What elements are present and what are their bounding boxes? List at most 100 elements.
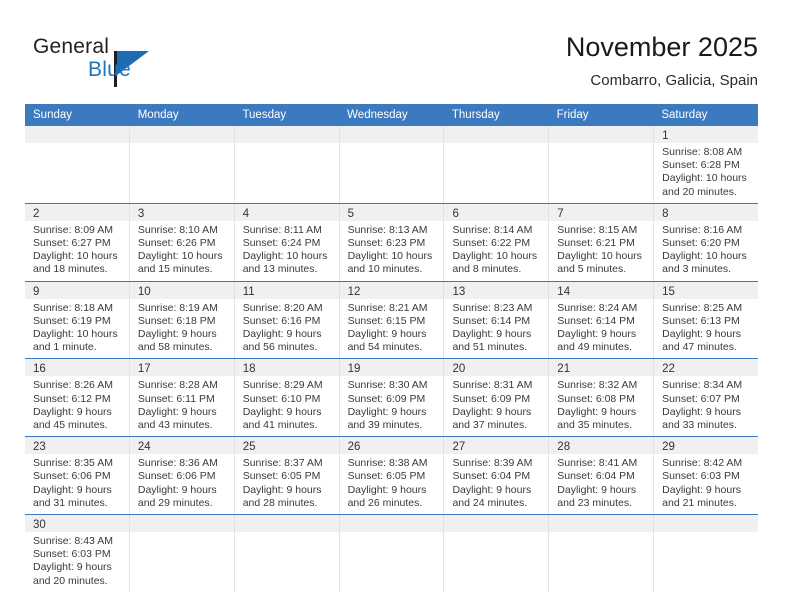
logo-text-general: General [33, 35, 110, 58]
calendar-day-cell[interactable]: 4 Sunrise: 8:11 AM Sunset: 6:24 PM Daylight… [233, 203, 339, 281]
day-number-band: 23 [25, 437, 129, 455]
daylight-text: Daylight: 9 hours and 23 minutes. [557, 483, 637, 509]
calendar-cell-empty [233, 126, 339, 203]
sun-info: Sunrise: 8:24 AM Sunset: 6:14 PM Daylight:… [549, 299, 653, 359]
day-number: 2 [33, 207, 40, 220]
sun-info: Sunrise: 8:39 AM Sunset: 6:04 PM Daylight:… [444, 454, 548, 514]
sun-info: Sunrise: 8:43 AM Sunset: 6:03 PM Daylight:… [25, 532, 129, 592]
sunrise-text: Sunrise: 8:31 AM [452, 379, 533, 392]
sunset-text: Sunset: 6:12 PM [33, 392, 111, 405]
calendar-cell-empty [443, 126, 549, 203]
sunset-text: Sunset: 6:13 PM [662, 314, 740, 327]
calendar-day-cell[interactable]: 13 Sunrise: 8:23 AM Sunset: 6:14 PM Dayligh… [443, 281, 549, 359]
day-number: 23 [33, 441, 46, 454]
day-number-band: 14 [549, 281, 654, 299]
calendar-day-cell[interactable]: 20 Sunrise: 8:31 AM Sunset: 6:09 PM Dayligh… [443, 359, 549, 437]
calendar-day-cell[interactable]: 26 Sunrise: 8:38 AM Sunset: 6:05 PM Dayligh… [338, 437, 444, 515]
calendar-day-cell[interactable]: 8 Sunrise: 8:16 AM Sunset: 6:20 PM Daylight… [653, 203, 759, 281]
calendar-day-cell[interactable]: 3 Sunrise: 8:10 AM Sunset: 6:26 PM Daylight… [128, 203, 234, 281]
sun-info: Sunrise: 8:26 AM Sunset: 6:12 PM Daylight:… [25, 376, 129, 436]
calendar-day-cell[interactable]: 30 Sunrise: 8:43 AM Sunset: 6:03 PM Dayligh… [25, 515, 129, 592]
weekday-header-friday: Friday [556, 109, 589, 121]
calendar-day-cell[interactable]: 11 Sunrise: 8:20 AM Sunset: 6:16 PM Dayligh… [233, 281, 339, 359]
day-number: 24 [137, 441, 151, 454]
daylight-text: Daylight: 10 hours and 15 minutes. [137, 250, 223, 276]
day-number: 20 [452, 363, 466, 376]
sunrise-text: Sunrise: 8:34 AM [662, 379, 743, 392]
day-number-band [654, 515, 759, 533]
calendar-cell-empty [548, 515, 654, 592]
sun-info: Sunrise: 8:29 AM Sunset: 6:10 PM Daylight:… [235, 376, 339, 436]
weekday-header-sunday: Sunday [33, 109, 73, 121]
day-number: 13 [452, 285, 466, 298]
calendar-day-cell[interactable]: 17 Sunrise: 8:28 AM Sunset: 6:11 PM Dayligh… [128, 359, 234, 437]
calendar-day-cell[interactable]: 9 Sunrise: 8:18 AM Sunset: 6:19 PM Daylight… [25, 281, 129, 359]
calendar-day-cell[interactable]: 5 Sunrise: 8:13 AM Sunset: 6:23 PM Daylight… [338, 203, 444, 281]
calendar-day-cell[interactable]: 29 Sunrise: 8:42 AM Sunset: 6:03 PM Dayligh… [653, 437, 759, 515]
day-number-band: 1 [654, 126, 759, 143]
sun-info: Sunrise: 8:11 AM Sunset: 6:24 PM Daylight:… [235, 221, 339, 281]
general-blue-logo[interactable]: General Blue [33, 36, 233, 92]
day-number-band: 20 [444, 359, 549, 377]
calendar-day-cell[interactable]: 2 Sunrise: 8:09 AM Sunset: 6:27 PM Daylight… [25, 203, 129, 281]
daylight-text: Daylight: 9 hours and 54 minutes. [347, 328, 427, 354]
calendar-day-cell[interactable]: 23 Sunrise: 8:35 AM Sunset: 6:06 PM Dayligh… [25, 437, 129, 514]
weekday-header-thursday: Thursday [451, 109, 500, 121]
day-number-band: 17 [129, 359, 234, 377]
calendar-day-cell[interactable]: 12 Sunrise: 8:21 AM Sunset: 6:15 PM Dayligh… [338, 281, 444, 359]
daylight-text: Daylight: 10 hours and 8 minutes. [452, 250, 538, 276]
day-number-band: 7 [549, 203, 654, 221]
weekday-header-row: Sunday Monday Tuesday Wednesday Thursday Frid… [25, 104, 758, 126]
day-number: 4 [242, 207, 250, 220]
calendar-week-row: 16 Sunrise: 8:26 AM Sunset: 6:12 PM Dayligh… [25, 358, 759, 437]
daylight-text: Daylight: 10 hours and 1 minute. [33, 328, 118, 354]
day-number: 6 [452, 207, 459, 220]
calendar-grid: Sunday Monday Tuesday Wednesday Thursday Frid… [25, 104, 759, 592]
sunrise-text: Sunrise: 8:41 AM [557, 457, 638, 470]
calendar-day-cell[interactable]: 7 Sunrise: 8:15 AM Sunset: 6:21 PM Daylight… [548, 203, 654, 281]
sunset-text: Sunset: 6:24 PM [242, 237, 321, 250]
day-number-band [444, 126, 549, 143]
weekday-header-tuesday: Tuesday [242, 109, 287, 121]
calendar-day-cell[interactable]: 14 Sunrise: 8:24 AM Sunset: 6:14 PM Dayligh… [548, 281, 654, 359]
calendar-week-row: 2 Sunrise: 8:09 AM Sunset: 6:27 PM Daylight… [25, 202, 759, 281]
sun-info: Sunrise: 8:08 AM Sunset: 6:28 PM Daylight:… [654, 143, 758, 203]
day-number: 21 [557, 363, 571, 376]
calendar-day-cell[interactable]: 22 Sunrise: 8:34 AM Sunset: 6:07 PM Dayligh… [653, 359, 759, 437]
day-number-band [234, 126, 339, 143]
sun-info: Sunrise: 8:21 AM Sunset: 6:15 PM Daylight:… [340, 299, 444, 359]
sunrise-text: Sunrise: 8:09 AM [33, 223, 113, 236]
calendar-day-cell[interactable]: 15 Sunrise: 8:25 AM Sunset: 6:13 PM Dayligh… [653, 281, 759, 359]
calendar-day-cell[interactable]: 18 Sunrise: 8:29 AM Sunset: 6:10 PM Dayligh… [233, 359, 339, 437]
sunset-text: Sunset: 6:16 PM [242, 314, 321, 327]
calendar-day-cell[interactable]: 28 Sunrise: 8:41 AM Sunset: 6:04 PM Dayligh… [548, 437, 654, 515]
sunset-text: Sunset: 6:22 PM [452, 237, 531, 250]
daylight-text: Daylight: 10 hours and 20 minutes. [662, 172, 747, 198]
daylight-text: Daylight: 9 hours and 51 minutes. [452, 328, 532, 354]
daylight-text: Daylight: 10 hours and 3 minutes. [662, 250, 747, 276]
sunset-text: Sunset: 6:03 PM [662, 470, 740, 483]
calendar-day-cell[interactable]: 10 Sunrise: 8:19 AM Sunset: 6:18 PM Dayligh… [128, 281, 234, 359]
sunset-text: Sunset: 6:23 PM [347, 237, 426, 250]
calendar-day-cell[interactable]: 19 Sunrise: 8:30 AM Sunset: 6:09 PM Dayligh… [338, 359, 444, 437]
sun-info: Sunrise: 8:14 AM Sunset: 6:22 PM Daylight:… [444, 221, 548, 281]
calendar-day-cell[interactable]: 27 Sunrise: 8:39 AM Sunset: 6:04 PM Dayligh… [443, 437, 549, 515]
sun-info: Sunrise: 8:20 AM Sunset: 6:16 PM Daylight:… [235, 299, 339, 359]
day-number-band: 13 [444, 281, 549, 299]
calendar-day-cell[interactable]: 24 Sunrise: 8:36 AM Sunset: 6:06 PM Dayligh… [128, 437, 234, 515]
calendar-day-cell[interactable]: 6 Sunrise: 8:14 AM Sunset: 6:22 PM Daylight… [443, 203, 549, 281]
calendar-day-cell[interactable]: 21 Sunrise: 8:32 AM Sunset: 6:08 PM Dayligh… [548, 359, 654, 437]
page-subtitle-location: Combarro, Galicia, Spain [590, 71, 758, 89]
sun-info: Sunrise: 8:28 AM Sunset: 6:11 PM Daylight:… [130, 376, 234, 436]
page-header: General Blue November 2025 Combarro, Gal… [0, 0, 792, 100]
calendar-day-cell[interactable]: 25 Sunrise: 8:37 AM Sunset: 6:05 PM Dayligh… [233, 437, 339, 515]
calendar-day-cell[interactable]: 16 Sunrise: 8:26 AM Sunset: 6:12 PM Dayligh… [25, 359, 129, 436]
sun-info: Sunrise: 8:30 AM Sunset: 6:09 PM Daylight:… [340, 376, 444, 436]
calendar-cell-empty [338, 126, 444, 203]
day-number-band: 9 [25, 281, 129, 299]
day-number-band: 22 [654, 359, 759, 377]
calendar-day-cell[interactable]: 1 Sunrise: 8:08 AM Sunset: 6:28 PM Daylight… [653, 126, 759, 203]
sunrise-text: Sunrise: 8:29 AM [242, 379, 323, 392]
sunset-text: Sunset: 6:15 PM [347, 314, 426, 327]
sunrise-text: Sunrise: 8:16 AM [662, 223, 743, 236]
